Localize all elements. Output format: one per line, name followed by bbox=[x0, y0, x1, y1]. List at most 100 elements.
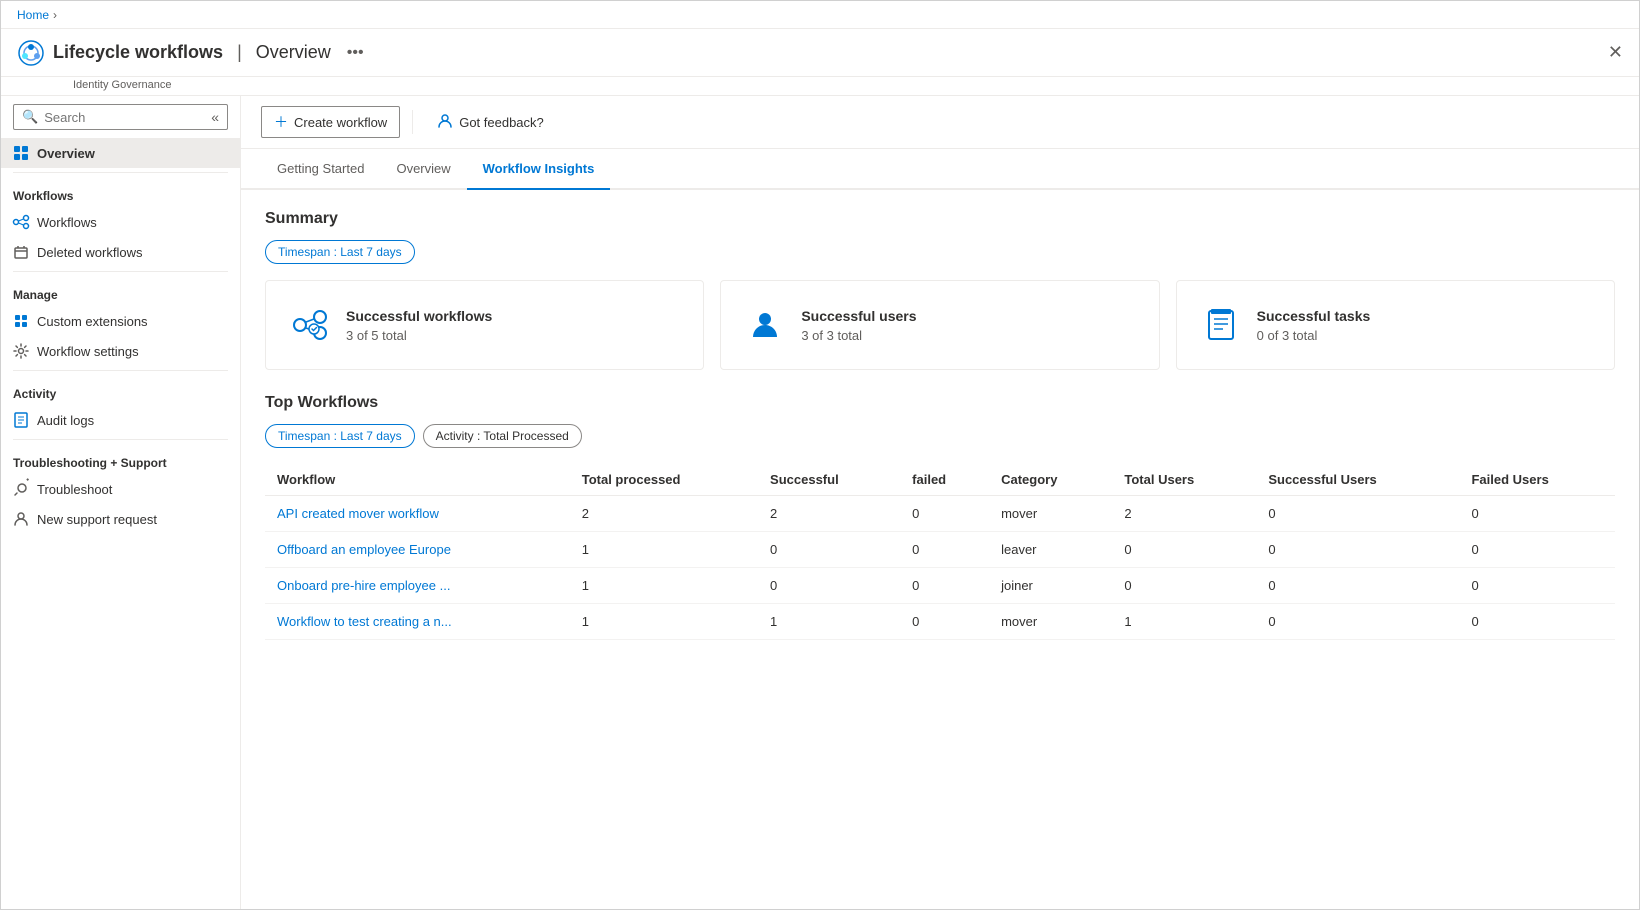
cell-total-2: 1 bbox=[570, 568, 758, 604]
sidebar-divider-3 bbox=[13, 370, 228, 371]
tab-overview[interactable]: Overview bbox=[380, 149, 466, 190]
users-card-icon bbox=[745, 305, 785, 345]
sidebar-item-deleted-workflows[interactable]: Deleted workflows bbox=[1, 237, 240, 267]
table-row: Workflow to test creating a n... 1 1 0 m… bbox=[265, 604, 1615, 640]
cell-total-users-1: 0 bbox=[1112, 532, 1256, 568]
breadcrumb: Home › bbox=[1, 1, 1639, 29]
sidebar-search-container: 🔍 « bbox=[1, 96, 240, 138]
cell-category-1: leaver bbox=[989, 532, 1112, 568]
summary-cards: Successful workflows 3 of 5 total bbox=[265, 280, 1615, 370]
sidebar-item-audit-logs[interactable]: Audit logs bbox=[1, 405, 240, 435]
support-icon bbox=[13, 511, 29, 527]
workflow-link-1[interactable]: Offboard an employee Europe bbox=[277, 542, 451, 557]
cell-workflow-0: API created mover workflow bbox=[265, 496, 570, 532]
cell-category-0: mover bbox=[989, 496, 1112, 532]
workflow-icon bbox=[13, 214, 29, 230]
sidebar-item-workflows-label: Workflows bbox=[37, 215, 97, 230]
overview-icon bbox=[13, 145, 29, 161]
toolbar: ＋ Create workflow Got feedback? bbox=[241, 96, 1639, 149]
cell-failed-users-0: 0 bbox=[1459, 496, 1615, 532]
sidebar-item-overview[interactable]: Overview bbox=[1, 138, 240, 168]
app-title: Lifecycle workflows bbox=[53, 42, 223, 63]
audit-icon bbox=[13, 412, 29, 428]
sidebar-item-new-support[interactable]: New support request bbox=[1, 504, 240, 534]
breadcrumb-home[interactable]: Home bbox=[17, 8, 49, 22]
cell-successful-3: 1 bbox=[758, 604, 900, 640]
sidebar-section-workflows: Workflows bbox=[1, 177, 240, 207]
cell-successful-1: 0 bbox=[758, 532, 900, 568]
workflow-link-3[interactable]: Workflow to test creating a n... bbox=[277, 614, 452, 629]
sidebar: 🔍 « Overview Workflows bbox=[1, 96, 241, 909]
cell-failed-3: 0 bbox=[900, 604, 989, 640]
search-input[interactable] bbox=[44, 110, 205, 125]
timespan-badge[interactable]: Timespan : Last 7 days bbox=[265, 240, 415, 264]
activity-filter-badge[interactable]: Activity : Total Processed bbox=[423, 424, 582, 448]
sidebar-item-custom-extensions[interactable]: Custom extensions bbox=[1, 306, 240, 336]
sidebar-divider-4 bbox=[13, 439, 228, 440]
tab-getting-started[interactable]: Getting Started bbox=[261, 149, 380, 190]
successful-users-card: Successful users 3 of 3 total bbox=[720, 280, 1159, 370]
cell-total-3: 1 bbox=[570, 604, 758, 640]
more-options-icon[interactable]: ••• bbox=[347, 44, 364, 62]
sidebar-section-activity: Activity bbox=[1, 375, 240, 405]
cell-total-1: 1 bbox=[570, 532, 758, 568]
sidebar-divider-2 bbox=[13, 271, 228, 272]
users-card-value: 3 of 3 total bbox=[801, 328, 916, 343]
sidebar-item-settings-label: Workflow settings bbox=[37, 344, 139, 359]
table-body: API created mover workflow 2 2 0 mover 2… bbox=[265, 496, 1615, 640]
cell-total-users-0: 2 bbox=[1112, 496, 1256, 532]
breadcrumb-separator: › bbox=[53, 8, 57, 22]
cell-workflow-2: Onboard pre-hire employee ... bbox=[265, 568, 570, 604]
col-successful: Successful bbox=[758, 464, 900, 496]
tasks-card-icon bbox=[1201, 305, 1241, 345]
create-workflow-button[interactable]: ＋ Create workflow bbox=[261, 106, 400, 138]
col-workflow: Workflow bbox=[265, 464, 570, 496]
create-workflow-label: Create workflow bbox=[294, 115, 387, 130]
tab-workflow-insights[interactable]: Workflow Insights bbox=[467, 149, 611, 190]
toolbar-divider bbox=[412, 110, 413, 134]
cell-successful-users-0: 0 bbox=[1256, 496, 1459, 532]
search-box[interactable]: 🔍 « bbox=[13, 104, 228, 130]
timespan-filter-badge[interactable]: Timespan : Last 7 days bbox=[265, 424, 415, 448]
got-feedback-label: Got feedback? bbox=[459, 115, 544, 130]
top-workflows-title: Top Workflows bbox=[265, 394, 1615, 412]
sidebar-item-workflow-settings[interactable]: Workflow settings bbox=[1, 336, 240, 366]
cell-successful-users-2: 0 bbox=[1256, 568, 1459, 604]
cell-total-users-2: 0 bbox=[1112, 568, 1256, 604]
workflow-card-text: Successful workflows 3 of 5 total bbox=[346, 308, 492, 343]
cell-failed-2: 0 bbox=[900, 568, 989, 604]
workflow-link-0[interactable]: API created mover workflow bbox=[277, 506, 439, 521]
summary-title: Summary bbox=[265, 210, 1615, 228]
title-separator: | bbox=[237, 42, 242, 63]
sidebar-item-audit-label: Audit logs bbox=[37, 413, 94, 428]
feedback-icon bbox=[437, 113, 453, 132]
sidebar-section-troubleshoot: Troubleshooting + Support bbox=[1, 444, 240, 474]
cell-successful-2: 0 bbox=[758, 568, 900, 604]
app-subtitle: Identity Governance bbox=[1, 77, 1639, 96]
cell-successful-users-1: 0 bbox=[1256, 532, 1459, 568]
sidebar-item-workflows[interactable]: Workflows bbox=[1, 207, 240, 237]
workflow-link-2[interactable]: Onboard pre-hire employee ... bbox=[277, 578, 450, 593]
table-row: Offboard an employee Europe 1 0 0 leaver… bbox=[265, 532, 1615, 568]
collapse-sidebar-icon[interactable]: « bbox=[211, 109, 219, 125]
close-icon[interactable]: ✕ bbox=[1608, 42, 1623, 63]
app-icon bbox=[17, 39, 45, 67]
cell-failed-1: 0 bbox=[900, 532, 989, 568]
cell-failed-users-1: 0 bbox=[1459, 532, 1615, 568]
cell-total-users-3: 1 bbox=[1112, 604, 1256, 640]
sidebar-item-deleted-label: Deleted workflows bbox=[37, 245, 143, 260]
sidebar-divider-1 bbox=[13, 172, 228, 173]
tasks-card-text: Successful tasks 0 of 3 total bbox=[1257, 308, 1371, 343]
table-row: Onboard pre-hire employee ... 1 0 0 join… bbox=[265, 568, 1615, 604]
col-total-users: Total Users bbox=[1112, 464, 1256, 496]
col-successful-users: Successful Users bbox=[1256, 464, 1459, 496]
sidebar-item-troubleshoot[interactable]: Troubleshoot bbox=[1, 474, 240, 504]
page-content: Summary Timespan : Last 7 days bbox=[241, 190, 1639, 660]
cell-workflow-3: Workflow to test creating a n... bbox=[265, 604, 570, 640]
got-feedback-button[interactable]: Got feedback? bbox=[425, 108, 556, 137]
workflow-card-title: Successful workflows bbox=[346, 308, 492, 324]
col-failed-users: Failed Users bbox=[1459, 464, 1615, 496]
users-card-title: Successful users bbox=[801, 308, 916, 324]
workflow-card-value: 3 of 5 total bbox=[346, 328, 492, 343]
sidebar-item-troubleshoot-label: Troubleshoot bbox=[37, 482, 112, 497]
